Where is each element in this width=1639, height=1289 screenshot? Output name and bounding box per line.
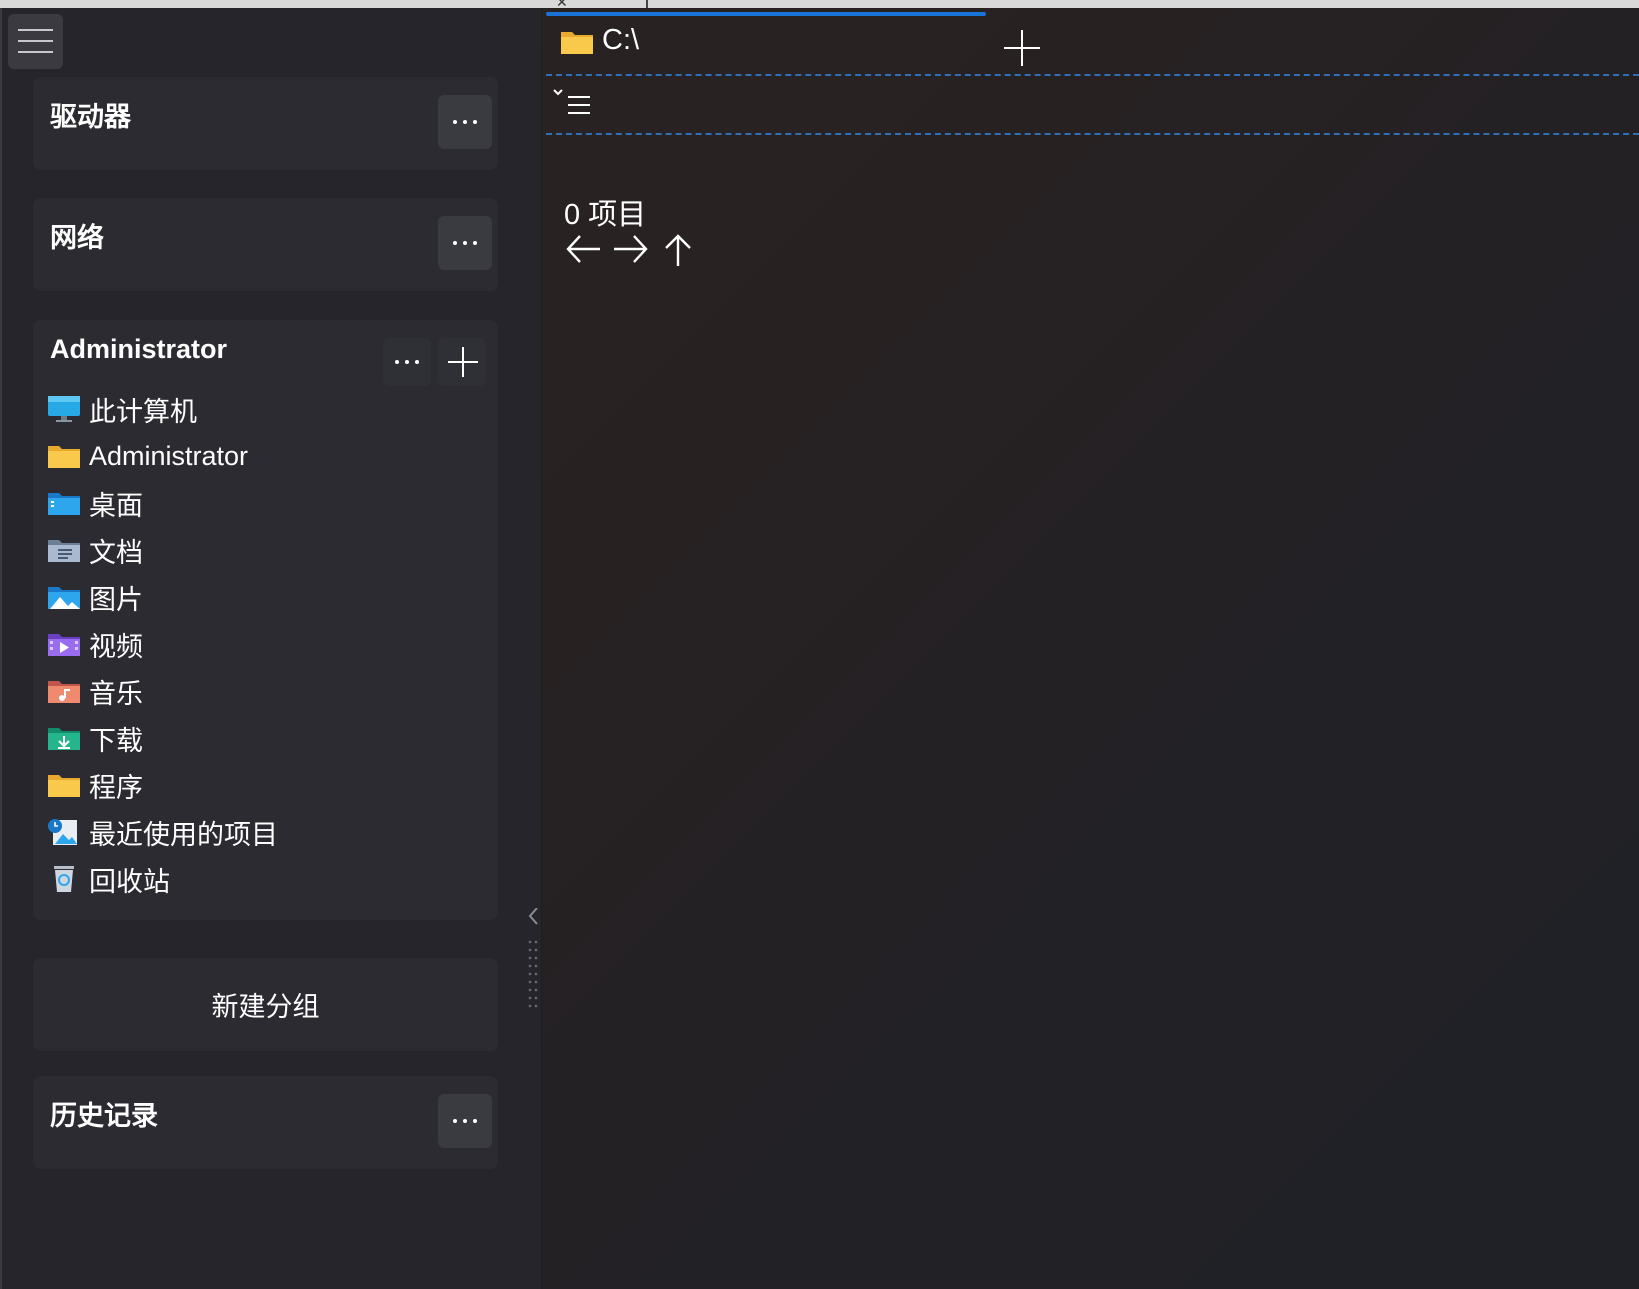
view-options-button[interactable] <box>552 84 598 128</box>
sidebar-item-label: 文档 <box>89 537 143 568</box>
tab-c-drive[interactable]: C:\ <box>546 12 986 68</box>
folder-icon <box>47 442 81 470</box>
dot <box>463 1119 467 1123</box>
sidebar-item-label: Administrator <box>89 440 249 471</box>
network-section: 网络 <box>33 198 498 291</box>
top-strip: ✕ <box>0 0 1639 10</box>
sidebar-item-recent[interactable]: 最近使用的项目 <box>47 812 477 852</box>
add-item-button[interactable] <box>438 338 486 386</box>
new-group-label: 新建分组 <box>211 992 320 1022</box>
documents-folder-icon <box>47 536 81 564</box>
dot <box>473 241 477 245</box>
desktop-folder-icon <box>47 489 81 517</box>
up-button[interactable] <box>656 226 700 272</box>
sidebar-item-recycle-bin[interactable]: 回收站 <box>47 859 477 899</box>
new-tab-button[interactable] <box>996 22 1048 74</box>
dot <box>405 360 409 364</box>
menu-line <box>18 40 53 42</box>
dot <box>453 241 457 245</box>
downloads-folder-icon <box>47 724 81 752</box>
folder-icon <box>47 771 81 799</box>
divider <box>646 0 648 8</box>
drives-section: 驱动器 <box>33 77 498 170</box>
sidebar-item-label: 程序 <box>89 772 143 803</box>
sidebar-item-documents[interactable]: 文档 <box>47 530 477 570</box>
sidebar-item-label: 音乐 <box>89 678 143 709</box>
sidebar-item-administrator[interactable]: Administrator <box>47 436 477 476</box>
folder-icon <box>560 28 594 61</box>
sidebar-item-music[interactable]: 音乐 <box>47 671 477 711</box>
dot <box>473 120 477 124</box>
dot <box>463 241 467 245</box>
forward-button[interactable] <box>608 226 652 272</box>
new-group-button[interactable]: 新建分组 <box>33 958 498 1051</box>
sidebar-item-videos[interactable]: 视频 <box>47 624 477 664</box>
videos-folder-icon <box>47 630 81 658</box>
music-folder-icon <box>47 677 81 705</box>
history-title: 历史记录 <box>50 1101 158 1131</box>
network-more-button[interactable] <box>438 216 492 270</box>
sidebar-item-label: 桌面 <box>89 490 143 521</box>
sidebar-item-this-pc[interactable]: 此计算机 <box>47 389 477 429</box>
administrator-section: Administrator 此计算机 Administrator 桌面 文档 图… <box>33 320 498 920</box>
arrow-up-icon <box>665 234 691 266</box>
dot <box>453 1119 457 1123</box>
menu-line <box>18 51 53 53</box>
active-tab-indicator <box>546 12 986 16</box>
dot <box>463 120 467 124</box>
sidebar-collapse-handle[interactable] <box>524 907 542 1018</box>
sidebar-item-label: 最近使用的项目 <box>89 819 278 850</box>
recent-items-icon <box>47 818 81 846</box>
divider <box>546 133 1639 135</box>
sidebar-item-downloads[interactable]: 下载 <box>47 718 477 758</box>
back-button[interactable] <box>562 226 606 272</box>
pictures-folder-icon <box>47 583 81 611</box>
dot <box>453 120 457 124</box>
app-window: 驱动器 网络 Administrator 此计算机 Administrator … <box>0 8 1639 1289</box>
recycle-bin-icon <box>47 865 81 893</box>
sidebar-item-programs[interactable]: 程序 <box>47 765 477 805</box>
sidebar-item-label: 下载 <box>89 725 143 756</box>
menu-line <box>18 29 53 31</box>
drives-more-button[interactable] <box>438 95 492 149</box>
sidebar-item-label: 视频 <box>89 631 143 662</box>
history-more-button[interactable] <box>438 1094 492 1148</box>
tab-label: C:\ <box>602 24 640 56</box>
administrator-title: Administrator <box>50 334 228 364</box>
hamburger-menu-button[interactable] <box>8 14 63 69</box>
arrow-left-icon <box>566 235 600 263</box>
network-title: 网络 <box>50 223 104 253</box>
administrator-more-button[interactable] <box>383 338 431 386</box>
sidebar-item-desktop[interactable]: 桌面 <box>47 483 477 523</box>
sidebar-item-pictures[interactable]: 图片 <box>47 577 477 617</box>
dot <box>473 1119 477 1123</box>
dot <box>415 360 419 364</box>
dot <box>395 360 399 364</box>
computer-icon <box>47 395 81 423</box>
drives-title: 驱动器 <box>50 102 131 132</box>
sidebar-item-label: 图片 <box>89 584 143 615</box>
arrow-right-icon <box>614 235 648 263</box>
sidebar: 驱动器 网络 Administrator 此计算机 Administrator … <box>0 8 542 1289</box>
history-section: 历史记录 <box>33 1076 498 1169</box>
sidebar-item-label: 回收站 <box>89 866 170 897</box>
divider <box>546 74 1639 76</box>
sidebar-item-label: 此计算机 <box>89 396 197 427</box>
